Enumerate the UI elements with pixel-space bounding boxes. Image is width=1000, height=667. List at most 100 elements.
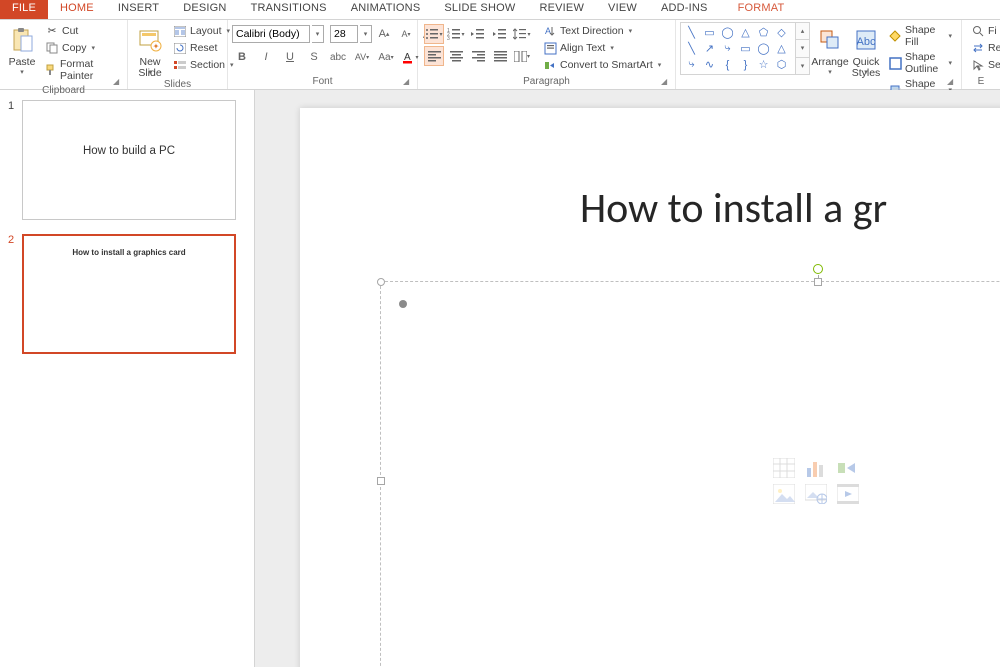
tab-design[interactable]: DESIGN bbox=[171, 0, 238, 19]
tab-file[interactable]: FILE bbox=[0, 0, 48, 19]
font-color-icon[interactable]: A▾ bbox=[400, 47, 420, 67]
increase-font-icon[interactable]: A▴ bbox=[374, 24, 394, 44]
font-name-input[interactable] bbox=[232, 25, 310, 43]
convert-smartart-button[interactable]: Convert to SmartArt▾ bbox=[540, 57, 664, 73]
tab-home[interactable]: HOME bbox=[48, 0, 106, 19]
group-editing: Fi Re Se E bbox=[962, 20, 1000, 89]
quick-styles-button[interactable]: Abc Quick Styles bbox=[848, 22, 884, 78]
tab-slideshow[interactable]: SLIDE SHOW bbox=[432, 0, 527, 19]
align-text-label: Align Text bbox=[560, 42, 605, 54]
paste-icon bbox=[6, 24, 38, 56]
arrange-icon bbox=[814, 24, 846, 56]
thumb-title-2: How to install a graphics card bbox=[24, 248, 234, 257]
decrease-indent-icon[interactable] bbox=[468, 24, 488, 44]
layout-label: Layout bbox=[190, 25, 222, 37]
align-center-icon[interactable] bbox=[446, 46, 466, 66]
insert-video-icon[interactable] bbox=[836, 483, 860, 505]
font-name-dropdown[interactable]: ▾ bbox=[312, 25, 324, 43]
arrange-dropdown-icon bbox=[828, 68, 832, 76]
insert-picture-icon[interactable] bbox=[772, 483, 796, 505]
insert-table-icon[interactable] bbox=[772, 457, 796, 479]
insert-online-picture-icon[interactable] bbox=[804, 483, 828, 505]
svg-text:A: A bbox=[545, 26, 551, 36]
shape-outline-button[interactable]: Shape Outline▾ bbox=[886, 50, 955, 76]
new-slide-dropdown-icon bbox=[148, 68, 152, 76]
tab-addins[interactable]: ADD-INS bbox=[649, 0, 720, 19]
slide-canvas[interactable]: How to install a gr bbox=[300, 108, 1000, 667]
layout-icon bbox=[173, 24, 187, 38]
shapes-gallery[interactable]: ╲▭◯△⬠◇ ╲↗⤷▭◯△ ⤷∿{}☆⬡ bbox=[680, 22, 796, 75]
replace-button[interactable]: Re bbox=[968, 40, 1000, 56]
gallery-down-icon[interactable]: ▾ bbox=[796, 40, 809, 57]
group-font: ▾ ▾ A▴ A▾ A B I U S abc AV▾ Aa▾ A▾ Font … bbox=[228, 20, 418, 89]
section-label: Section bbox=[190, 59, 225, 71]
smartart-icon bbox=[543, 58, 557, 72]
insert-smartart-icon[interactable] bbox=[836, 457, 860, 479]
align-right-icon[interactable] bbox=[468, 46, 488, 66]
shape-fill-button[interactable]: Shape Fill▾ bbox=[886, 23, 955, 49]
resize-handle-t[interactable] bbox=[814, 278, 822, 286]
copy-button[interactable]: Copy▾ bbox=[42, 40, 121, 56]
underline-icon[interactable]: U bbox=[280, 47, 300, 67]
arrange-button[interactable]: Arrange bbox=[812, 22, 848, 78]
font-size-input[interactable] bbox=[330, 25, 358, 43]
font-launcher[interactable]: ◢ bbox=[403, 77, 413, 87]
increase-indent-icon[interactable] bbox=[490, 24, 510, 44]
clipboard-launcher[interactable]: ◢ bbox=[113, 77, 123, 87]
numbering-icon[interactable]: 123▾ bbox=[446, 24, 466, 44]
bold-icon[interactable]: B bbox=[232, 47, 252, 67]
decrease-font-icon[interactable]: A▾ bbox=[396, 24, 416, 44]
paragraph-launcher[interactable]: ◢ bbox=[661, 77, 671, 87]
gallery-more-icon[interactable]: ▾ bbox=[796, 58, 809, 74]
thumb-number-2: 2 bbox=[8, 234, 22, 354]
strikethrough-icon[interactable]: S bbox=[304, 47, 324, 67]
format-painter-icon bbox=[45, 63, 57, 77]
cut-icon: ✂ bbox=[45, 24, 59, 38]
thumbnail-1[interactable]: 1 How to build a PC bbox=[8, 100, 246, 220]
format-painter-button[interactable]: Format Painter bbox=[42, 57, 121, 83]
thumb-preview-1: How to build a PC bbox=[22, 100, 236, 220]
slide-title-text[interactable]: How to install a gr bbox=[580, 183, 887, 234]
shapes-gallery-scroll[interactable]: ▴ ▾ ▾ bbox=[796, 22, 810, 75]
tab-view[interactable]: VIEW bbox=[596, 0, 649, 19]
reset-label: Reset bbox=[190, 42, 217, 54]
resize-handle-l[interactable] bbox=[377, 477, 385, 485]
char-spacing-icon[interactable]: AV▾ bbox=[352, 47, 372, 67]
paste-dropdown-icon bbox=[20, 68, 24, 76]
thumb-number-1: 1 bbox=[8, 100, 22, 220]
tab-insert[interactable]: INSERT bbox=[106, 0, 171, 19]
align-left-icon[interactable] bbox=[424, 46, 444, 66]
tab-transitions[interactable]: TRANSITIONS bbox=[239, 0, 339, 19]
gallery-up-icon[interactable]: ▴ bbox=[796, 23, 809, 40]
bullets-icon[interactable]: ▾ bbox=[424, 24, 444, 44]
rotation-handle-icon[interactable] bbox=[813, 264, 823, 274]
text-direction-button[interactable]: AText Direction▾ bbox=[540, 23, 664, 39]
insert-chart-icon[interactable] bbox=[804, 457, 828, 479]
section-button[interactable]: Section▾ bbox=[170, 57, 237, 73]
columns-icon[interactable]: ▾ bbox=[512, 46, 532, 66]
resize-handle-tl[interactable] bbox=[377, 278, 385, 286]
cut-button[interactable]: ✂Cut bbox=[42, 23, 121, 39]
align-text-button[interactable]: Align Text▾ bbox=[540, 40, 664, 56]
thumbnail-2[interactable]: 2 How to install a graphics card bbox=[8, 234, 246, 354]
drawing-launcher[interactable]: ◢ bbox=[947, 77, 957, 87]
content-placeholder[interactable] bbox=[380, 281, 1000, 667]
change-case-icon[interactable]: Aa▾ bbox=[376, 47, 396, 67]
tab-review[interactable]: REVIEW bbox=[527, 0, 596, 19]
shadow-icon[interactable]: abc bbox=[328, 47, 348, 67]
new-slide-button[interactable]: ✦ New Slide bbox=[132, 22, 168, 78]
reset-button[interactable]: Reset bbox=[170, 40, 237, 56]
tab-format[interactable]: FORMAT bbox=[726, 0, 797, 19]
font-size-dropdown[interactable]: ▾ bbox=[360, 25, 372, 43]
line-spacing-icon[interactable]: ▾ bbox=[512, 24, 532, 44]
shape-fill-icon bbox=[889, 29, 902, 43]
italic-icon[interactable]: I bbox=[256, 47, 276, 67]
justify-icon[interactable] bbox=[490, 46, 510, 66]
layout-button[interactable]: Layout▾ bbox=[170, 23, 237, 39]
select-button[interactable]: Se bbox=[968, 57, 1000, 73]
tab-animations[interactable]: ANIMATIONS bbox=[339, 0, 433, 19]
paste-button[interactable]: Paste bbox=[4, 22, 40, 78]
group-drawing: ╲▭◯△⬠◇ ╲↗⤷▭◯△ ⤷∿{}☆⬡ ▴ ▾ ▾ Arrange Abc Q… bbox=[676, 20, 962, 89]
find-button[interactable]: Fi bbox=[968, 23, 1000, 39]
select-label: Se bbox=[988, 59, 1000, 71]
